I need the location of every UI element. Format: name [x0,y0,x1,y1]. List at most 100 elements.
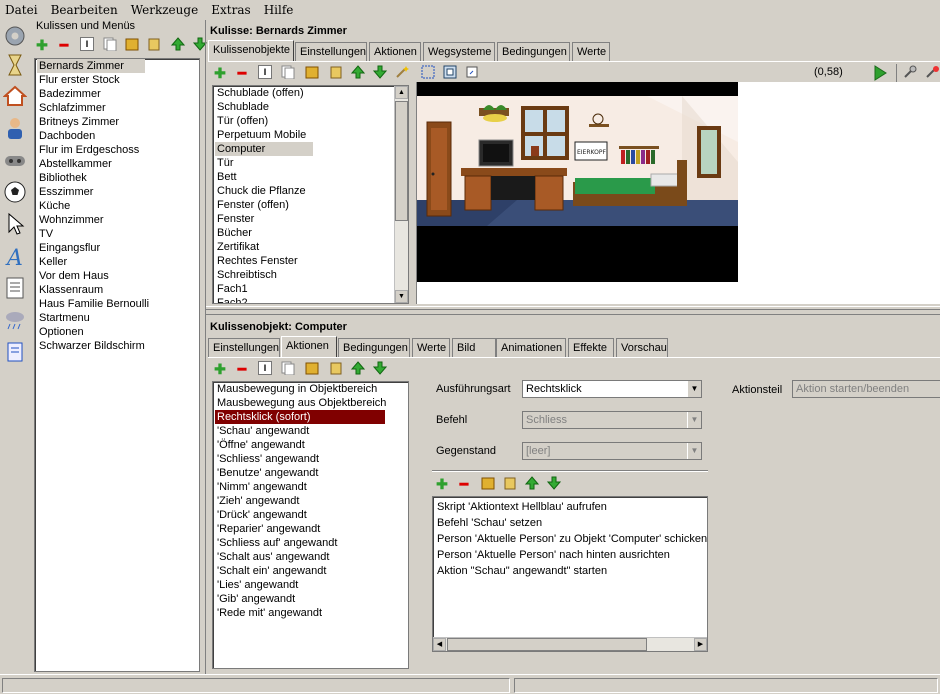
action-item[interactable]: 'Benutze' angewandt [213,466,408,480]
action-item[interactable]: 'Schliess' angewandt [213,452,408,466]
action-item[interactable]: 'Nimm' angewandt [213,480,408,494]
menu-hilfe[interactable]: Hilfe [259,0,299,17]
move-up-object-icon[interactable] [350,65,366,81]
scene-item[interactable]: Bernards Zimmer [35,59,199,73]
scene-item[interactable]: Badezimmer [35,87,199,101]
scene-item[interactable]: Flur im Erdgeschoss [35,143,199,157]
delete-tool-icon[interactable] [924,65,940,81]
rename-object-icon[interactable]: I [258,65,272,79]
splitter[interactable] [206,306,940,310]
scroll-right-icon[interactable]: ▶ [694,638,707,651]
wand-icon[interactable] [394,65,410,81]
paste-action-icon[interactable] [304,361,320,377]
befehl-select[interactable]: Schliess ▼ [522,411,702,429]
clipboard-script-icon[interactable] [502,476,518,492]
object-item[interactable]: Tür [213,156,408,170]
move-up-action-icon[interactable] [350,361,366,377]
object-item[interactable]: Bücher [213,226,408,240]
menu-datei[interactable]: Datei [0,0,43,17]
arrow-up-icon[interactable] [170,37,186,53]
scroll-down-icon[interactable]: ▼ [395,290,408,303]
move-up-script-icon[interactable] [524,476,540,492]
gamepad-icon[interactable] [3,148,27,172]
refresh-icon[interactable] [464,65,480,81]
object-item[interactable]: Fenster [213,212,408,226]
hourglass-icon[interactable] [3,53,27,77]
object-item[interactable]: Computer [213,142,408,156]
tab-obj-vorschau[interactable]: Vorschau [616,338,668,358]
scene-item[interactable]: Wohnzimmer [35,213,199,227]
object-item[interactable]: Perpetuum Mobile [213,128,408,142]
action-item[interactable]: 'Drück' angewandt [213,508,408,522]
move-down-script-icon[interactable] [546,476,562,492]
remove-script-icon[interactable]: ━ [456,476,472,492]
action-item[interactable]: 'Gib' angewandt [213,592,408,606]
scene-item[interactable]: Keller [35,255,199,269]
clipboard-icon[interactable] [146,37,162,53]
tab-obj-animationen[interactable]: Animationen [496,338,566,358]
scene-item[interactable]: Flur erster Stock [35,73,199,87]
tab-einstellungen[interactable]: Einstellungen [295,42,367,62]
remove-object-icon[interactable]: ━ [234,65,250,81]
action-item[interactable]: 'Öffne' angewandt [213,438,408,452]
remove-icon[interactable]: ━ [56,37,72,53]
add-script-icon[interactable]: ✚ [434,476,450,492]
rename-action-icon[interactable]: I [258,361,272,375]
fit-icon[interactable] [442,65,458,81]
object-item[interactable]: Schublade (offen) [213,86,408,100]
tab-kulissenobjekte[interactable]: Kulissenobjekte [208,40,294,62]
scene-item[interactable]: Schwarzer Bildschirm [35,339,199,353]
tab-wegsysteme[interactable]: Wegsysteme [423,42,495,62]
rename-icon[interactable]: I [80,37,94,51]
ausfuehrungsart-select[interactable]: Rechtsklick ▼ [522,380,702,398]
add-object-icon[interactable]: ✚ [212,65,228,81]
chevron-down-icon[interactable]: ▼ [687,443,701,459]
play-icon[interactable] [872,65,888,81]
objects-list[interactable]: Schublade (offen) Schublade Tür (offen) Per… [212,85,409,304]
script-line[interactable]: Aktion "Schau" angewandt" starten [433,563,707,579]
objects-scrollbar[interactable]: ▲ ▼ [394,86,408,303]
menu-bearbeiten[interactable]: Bearbeiten [46,0,123,17]
gegenstand-select[interactable]: [leer] ▼ [522,442,702,460]
remove-action-icon[interactable]: ━ [234,361,250,377]
tab-obj-bild[interactable]: Bild [452,338,496,358]
menu-werkzeuge[interactable]: Werkzeuge [126,0,203,17]
hscroll-thumb[interactable] [447,638,647,651]
scene-item[interactable]: Haus Familie Bernoulli [35,297,199,311]
script-hscrollbar[interactable]: ◀ ▶ [433,637,707,651]
scenes-list[interactable]: Bernards Zimmer Flur erster Stock Badezimm… [34,58,200,672]
scene-item[interactable]: Britneys Zimmer [35,115,199,129]
object-item[interactable]: Tür (offen) [213,114,408,128]
aktionsteil-select[interactable]: Aktion starten/beenden [792,380,940,398]
script-icon[interactable] [3,340,27,364]
gear-icon[interactable] [3,24,27,48]
text-icon[interactable]: A [3,244,27,271]
action-item[interactable]: 'Schalt ein' angewandt [213,564,408,578]
copy-object-icon[interactable] [280,65,296,81]
ball-icon[interactable] [3,180,27,204]
scene-item[interactable]: Esszimmer [35,185,199,199]
tab-obj-werte[interactable]: Werte [412,338,450,358]
action-item[interactable]: 'Schliess auf' angewandt [213,536,408,550]
chevron-down-icon[interactable]: ▼ [687,381,701,397]
chevron-down-icon[interactable]: ▼ [687,412,701,428]
scene-item[interactable]: Eingangsflur [35,241,199,255]
script-line[interactable]: Person 'Aktuelle Person' zu Objekt 'Comp… [433,531,707,547]
tab-obj-bedingungen[interactable]: Bedingungen [338,338,410,358]
scroll-up-icon[interactable]: ▲ [395,86,408,99]
scroll-thumb[interactable] [395,101,408,221]
object-item[interactable]: Schreibtisch [213,268,408,282]
scroll-left-icon[interactable]: ◀ [433,638,446,651]
clipboard-action-icon[interactable] [328,361,344,377]
object-item[interactable]: Zertifikat [213,240,408,254]
object-item[interactable]: Fenster (offen) [213,198,408,212]
paste-icon[interactable] [124,37,140,53]
scene-item[interactable]: Startmenu [35,311,199,325]
paste-object-icon[interactable] [304,65,320,81]
tab-obj-aktionen[interactable]: Aktionen [281,336,337,358]
scene-item[interactable]: Küche [35,199,199,213]
tab-obj-effekte[interactable]: Effekte [568,338,614,358]
action-item[interactable]: Mausbewegung aus Objektbereich [213,396,408,410]
scene-item[interactable]: Schlafzimmer [35,101,199,115]
add-action-icon[interactable]: ✚ [212,361,228,377]
